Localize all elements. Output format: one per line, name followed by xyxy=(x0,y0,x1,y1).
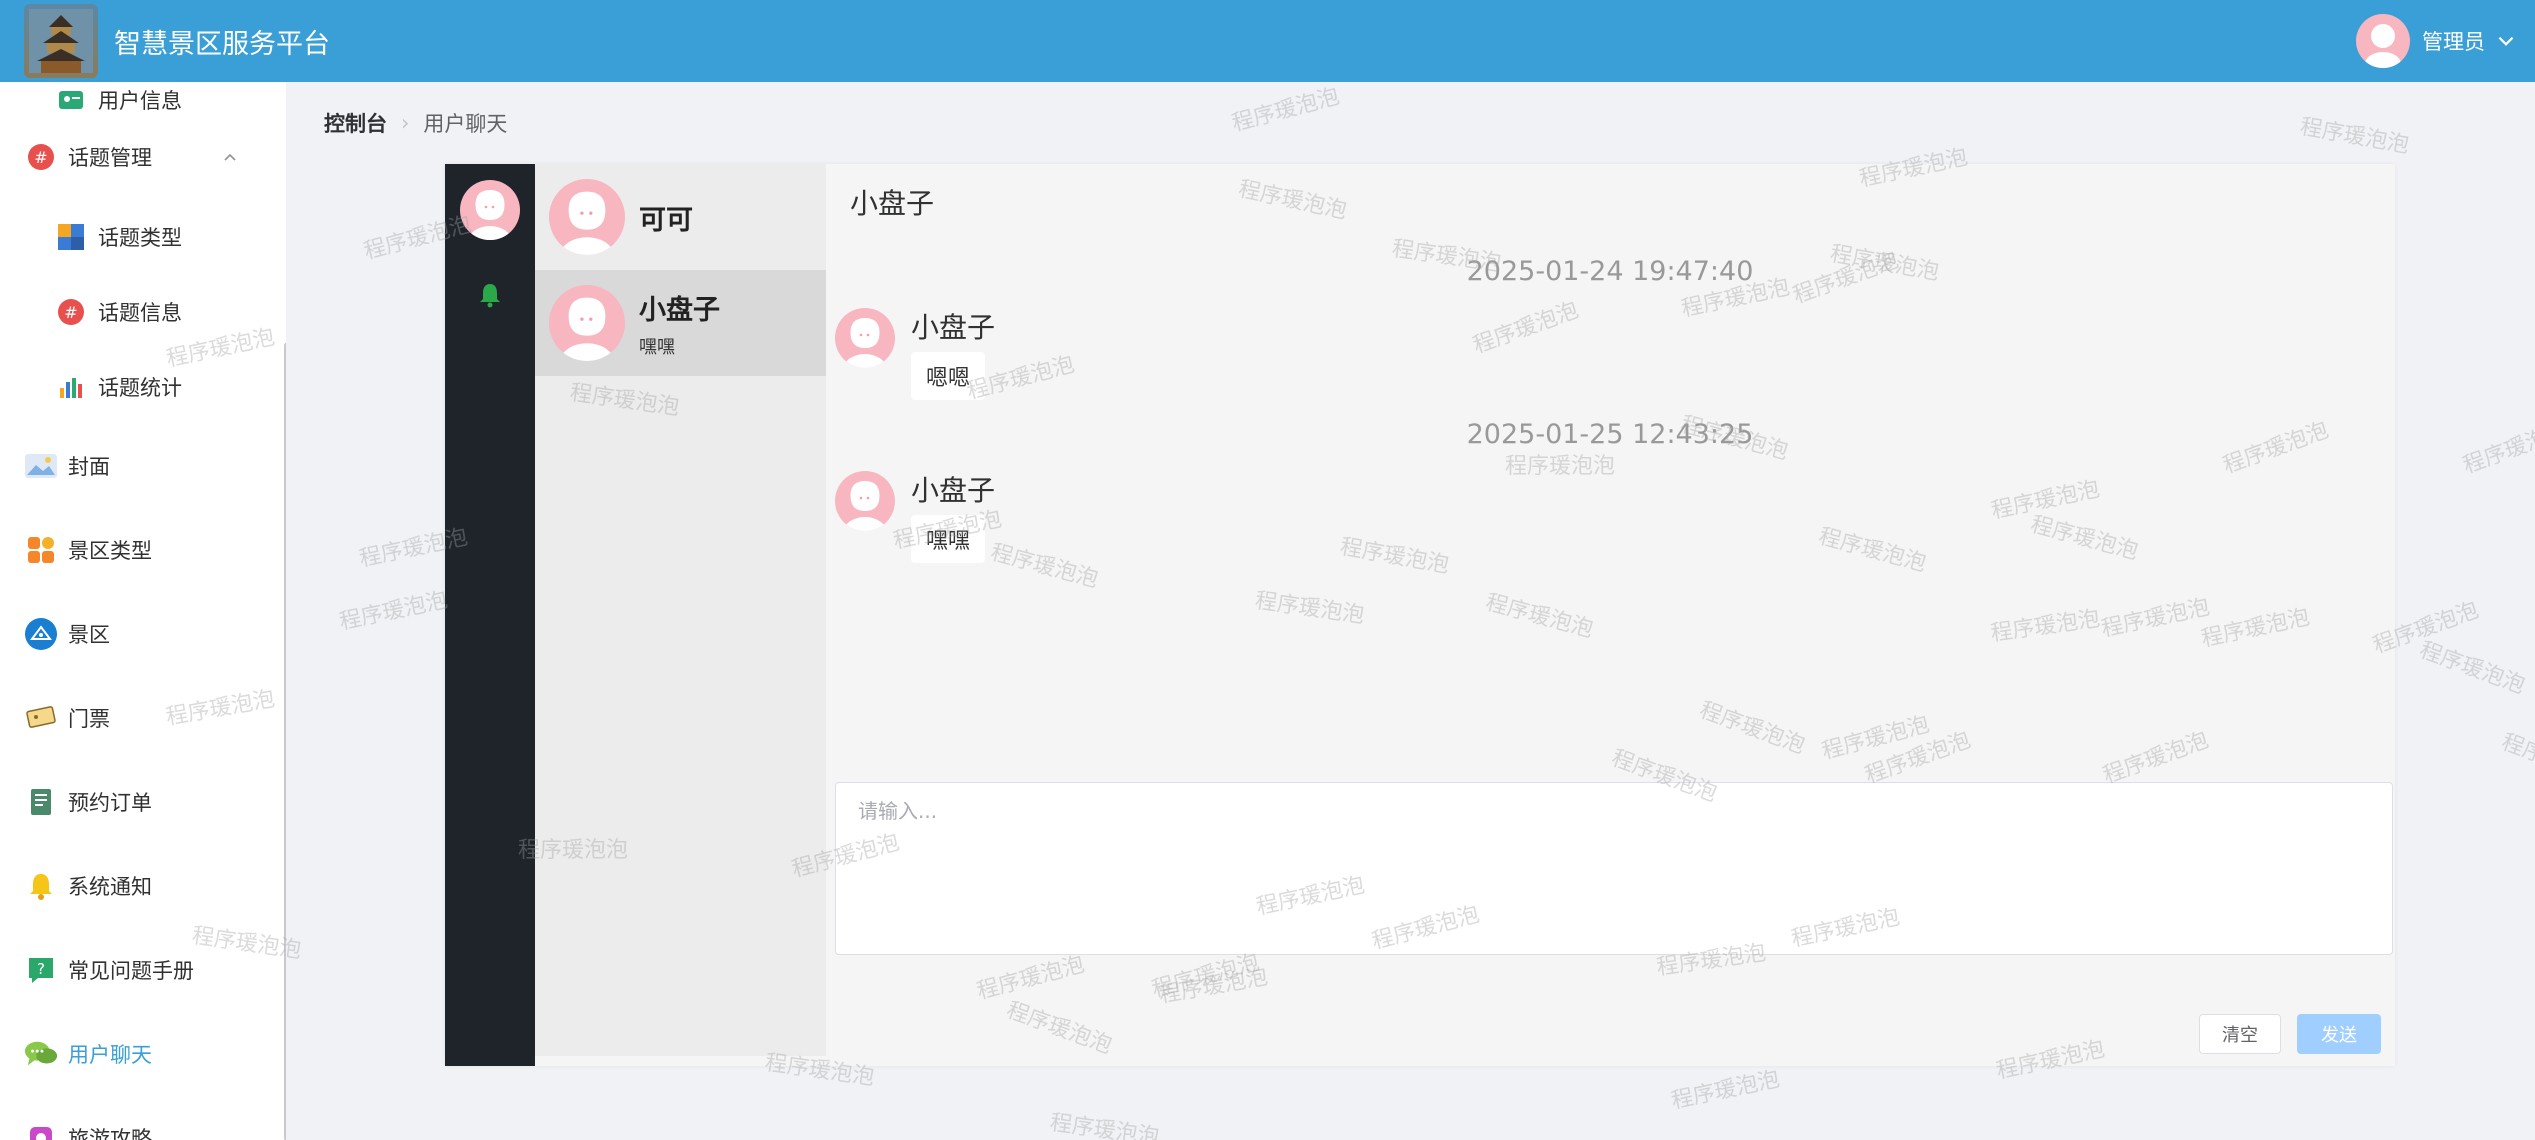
sidebar-item-topic-info[interactable]: # 话题信息 xyxy=(0,282,280,342)
sidebar-item-label: 话题类型 xyxy=(98,226,182,250)
conversation-item[interactable]: 可可 xyxy=(535,164,826,270)
conversation-item-selected[interactable]: 小盘子 嘿嘿 xyxy=(535,270,826,376)
watermark-text: 程序瑗泡泡 xyxy=(1229,84,1343,137)
sidebar-item-topic-type[interactable]: 话题类型 xyxy=(0,207,280,267)
chevron-up-icon[interactable] xyxy=(222,149,238,165)
sidebar-item-cover[interactable]: 封面 xyxy=(0,436,280,496)
user-card-icon xyxy=(54,83,88,117)
compass-icon xyxy=(24,617,58,651)
platform-logo xyxy=(24,4,98,78)
watermark-text: 程序瑗泡泡 xyxy=(1048,1110,1161,1140)
sidebar-item-label: 话题统计 xyxy=(98,376,182,400)
bar-chart-icon xyxy=(54,370,88,404)
sidebar-item-label: 预约订单 xyxy=(68,791,152,815)
conversation-list: 可可 小盘子 嘿嘿 xyxy=(535,164,826,1056)
hash-icon: # xyxy=(24,140,58,174)
sidebar-item-ticket[interactable]: 门票 xyxy=(0,688,280,748)
sidebar-item-label: 系统通知 xyxy=(68,875,152,899)
svg-text:?: ? xyxy=(37,960,45,978)
sender-avatar xyxy=(835,471,895,531)
message-bubble: 嘿嘿 xyxy=(911,515,986,563)
top-header: 智慧景区服务平台 管理员 xyxy=(0,0,2535,82)
chat-side-rail xyxy=(445,164,535,1066)
watermark-text: 程序瑗泡泡 xyxy=(337,587,450,636)
chat-icon xyxy=(24,1037,58,1071)
sidebar-item-label: 景区类型 xyxy=(68,539,152,563)
send-button[interactable]: 发送 xyxy=(2297,1014,2381,1054)
platform-title: 智慧景区服务平台 xyxy=(114,28,330,60)
breadcrumb-home[interactable]: 控制台 xyxy=(324,108,387,138)
notebook-icon xyxy=(24,785,58,819)
bell-icon[interactable] xyxy=(475,280,505,310)
watermark-text: 程序瑗泡泡 xyxy=(1669,1066,1782,1115)
sidebar-item-user-chat[interactable]: 用户聊天 xyxy=(0,1024,280,1084)
breadcrumb: 控制台 › 用户聊天 xyxy=(324,108,507,138)
sidebar-item-label: 门票 xyxy=(68,707,110,731)
question-icon: ? xyxy=(24,953,58,987)
sidebar-item-reservation-order[interactable]: 预约订单 xyxy=(0,772,280,832)
chat-title: 小盘子 xyxy=(850,187,935,220)
topic-type-icon xyxy=(54,220,88,254)
contact-name: 小盘子 xyxy=(639,294,720,326)
user-avatar[interactable] xyxy=(2356,14,2410,68)
chevron-down-icon[interactable] xyxy=(2495,30,2517,52)
message-input[interactable] xyxy=(835,782,2393,955)
sidebar-item-topic-management[interactable]: # 话题管理 xyxy=(0,127,280,187)
sidebar-item-label: 用户聊天 xyxy=(68,1043,152,1067)
sidebar-item-label: 景区 xyxy=(68,623,110,647)
breadcrumb-current: 用户聊天 xyxy=(423,112,508,136)
self-avatar[interactable] xyxy=(460,180,520,240)
sidebar-item-topic-stats[interactable]: 话题统计 xyxy=(0,357,280,417)
watermark-text: 程序瑗泡泡 xyxy=(2498,729,2535,791)
watermark-text: 程序瑗泡泡 xyxy=(2416,637,2529,699)
breadcrumb-separator-icon: › xyxy=(401,111,410,135)
sidebar-item-label: 封面 xyxy=(68,455,110,479)
chat-panel: 可可 小盘子 嘿嘿 小盘子 2025-01-24 19:47:40 小盘子 嗯嗯… xyxy=(445,164,2395,1066)
sidebar-item-user-info[interactable]: 用户信息 xyxy=(0,82,280,130)
sidebar-scrollbar[interactable] xyxy=(284,342,286,1140)
ticket-icon xyxy=(24,701,58,735)
sidebar-item-scenic-area[interactable]: 景区 xyxy=(0,604,280,664)
message-item: 小盘子 嗯嗯 xyxy=(835,306,995,400)
message-item: 小盘子 嘿嘿 xyxy=(835,469,995,563)
svg-text:#: # xyxy=(64,303,77,322)
sidebar-item-scenic-type[interactable]: 景区类型 xyxy=(0,520,280,580)
sidebar: 用户信息 # 话题管理 话题类型 # 话题信息 话题统计 封面 景区类型 景区 … xyxy=(0,82,286,1140)
sidebar-item-faq[interactable]: ? 常见问题手册 xyxy=(0,940,280,1000)
sidebar-item-label: 话题管理 xyxy=(68,146,152,170)
sidebar-item-travel-guide[interactable]: 旅游攻略 xyxy=(0,1108,280,1140)
message-bubble: 嗯嗯 xyxy=(911,352,986,400)
sidebar-item-label: 常见问题手册 xyxy=(68,959,194,983)
sidebar-item-system-notice[interactable]: 系统通知 xyxy=(0,856,280,916)
sidebar-item-label: 用户信息 xyxy=(98,89,182,113)
clear-button[interactable]: 清空 xyxy=(2199,1014,2281,1054)
sidebar-item-label: 话题信息 xyxy=(98,301,182,325)
contact-avatar xyxy=(549,179,625,255)
sender-name: 小盘子 xyxy=(911,311,996,344)
user-menu[interactable]: 管理员 xyxy=(2356,0,2517,82)
contact-last-message: 嘿嘿 xyxy=(639,336,675,358)
message-timestamp: 2025-01-25 12:43:25 xyxy=(1466,419,1754,450)
svg-text:#: # xyxy=(34,148,47,167)
grid-icon xyxy=(24,533,58,567)
guide-icon xyxy=(24,1121,58,1140)
image-icon xyxy=(24,449,58,483)
sender-avatar xyxy=(835,308,895,368)
sender-name: 小盘子 xyxy=(911,474,996,507)
contact-avatar xyxy=(549,285,625,361)
watermark-text: 程序瑗泡泡 xyxy=(2298,114,2411,159)
watermark-text: 程序瑗泡泡 xyxy=(2459,417,2535,479)
message-timestamp: 2025-01-24 19:47:40 xyxy=(1466,256,1754,287)
sidebar-item-label: 旅游攻略 xyxy=(68,1127,152,1140)
contact-name: 可可 xyxy=(639,204,693,236)
hash-icon: # xyxy=(54,295,88,329)
user-name[interactable]: 管理员 xyxy=(2422,26,2485,56)
bell-icon xyxy=(24,869,58,903)
